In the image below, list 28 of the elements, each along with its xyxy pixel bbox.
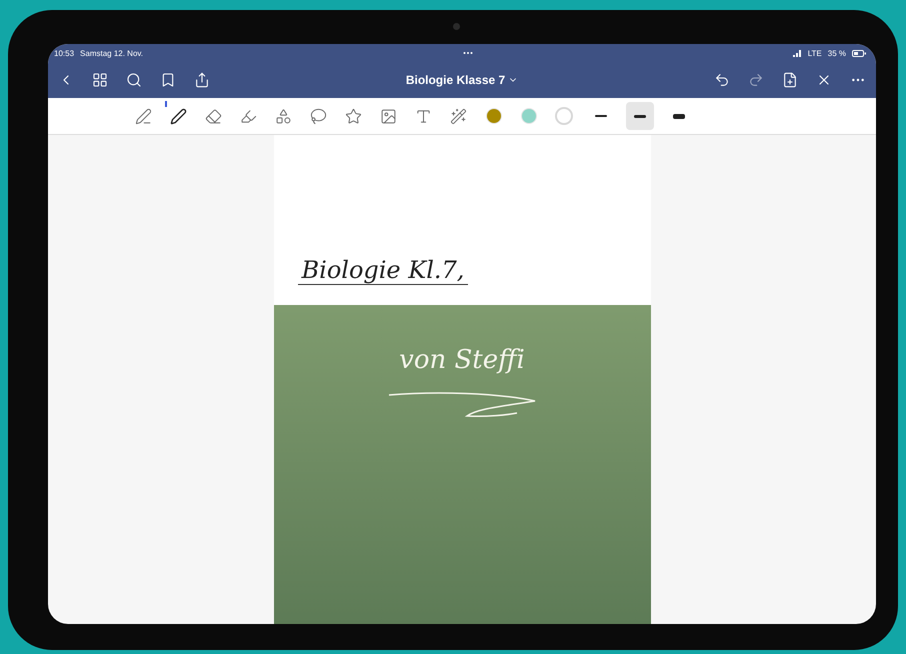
share-icon[interactable] xyxy=(194,72,210,88)
status-date: Samstag 12. Nov. xyxy=(80,48,144,58)
camera-lens xyxy=(453,23,460,30)
lasso-icon xyxy=(310,108,327,124)
network-label: LTE xyxy=(808,48,822,58)
handwritten-text: von Steffi xyxy=(399,345,525,375)
add-page-icon[interactable] xyxy=(782,72,798,88)
pen-icon xyxy=(170,108,187,124)
search-icon[interactable] xyxy=(126,72,142,88)
redo-icon[interactable] xyxy=(748,72,764,88)
signal-icon xyxy=(792,50,802,56)
bookmark-icon[interactable] xyxy=(160,72,176,88)
highlighter-icon xyxy=(240,108,257,124)
handwritten-heading: Biologie Kl.7, xyxy=(298,256,468,285)
image-icon xyxy=(380,108,397,124)
eraser-icon xyxy=(205,108,222,124)
document-title[interactable]: Biologie Klasse 7 xyxy=(406,73,518,87)
undo-icon[interactable] xyxy=(714,72,730,88)
battery-percent: 35 % xyxy=(828,48,846,58)
star-icon xyxy=(345,108,362,124)
battery-icon xyxy=(852,50,866,56)
laser-icon xyxy=(450,108,467,124)
textbox-icon xyxy=(415,108,432,124)
grid-icon[interactable] xyxy=(92,72,108,88)
shapes-icon xyxy=(275,108,292,124)
status-time: 10:53 xyxy=(54,48,74,58)
stroke-width-button[interactable] xyxy=(626,102,654,130)
handwriting-icon xyxy=(135,108,152,124)
